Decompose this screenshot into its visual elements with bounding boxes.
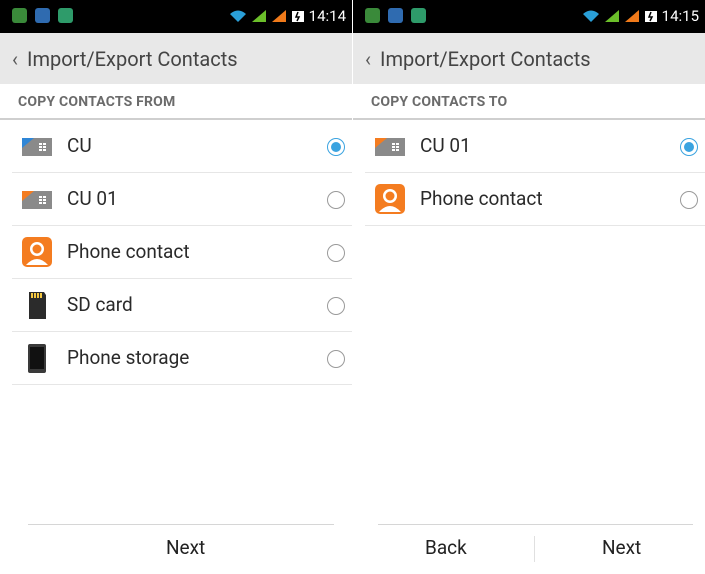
top-bar: ‹ Import/Export Contacts	[0, 33, 352, 84]
signal-icon	[604, 10, 619, 22]
wifi-icon	[229, 10, 246, 22]
section-label: COPY CONTACTS TO	[371, 94, 508, 110]
top-bar: ‹ Import/Export Contacts	[353, 33, 705, 84]
notification-icon	[365, 8, 380, 23]
bottom-bar: Back Next	[353, 524, 705, 574]
person-icon	[375, 184, 405, 214]
list-item-cu[interactable]: CU	[12, 120, 352, 173]
list-item-phone-contact[interactable]: Phone contact	[12, 226, 352, 279]
sd-card-icon	[29, 292, 46, 319]
radio-button[interactable]	[327, 350, 345, 368]
page-title: Import/Export Contacts	[380, 47, 591, 71]
radio-button-selected[interactable]	[327, 138, 345, 156]
destination-list: CU 01 Phone contact	[353, 120, 705, 226]
app-icon	[411, 8, 426, 23]
status-bar: 14:14	[0, 0, 352, 33]
item-label: Phone storage	[67, 346, 190, 369]
radio-button-selected[interactable]	[680, 138, 698, 156]
radio-button[interactable]	[327, 191, 345, 209]
item-label: Phone contact	[420, 187, 543, 210]
sim-card-icon	[22, 191, 52, 209]
item-label: CU 01	[420, 134, 471, 157]
item-label: Phone contact	[67, 240, 190, 263]
list-item-phone-storage[interactable]: Phone storage	[12, 332, 352, 385]
import-screen-right: 14:15 ‹ Import/Export Contacts COPY CONT…	[353, 0, 705, 574]
radio-button[interactable]	[680, 191, 698, 209]
source-list: CU CU 01 Phone contact SD card Phone sto…	[0, 120, 352, 385]
section-header: COPY CONTACTS TO	[353, 84, 705, 120]
signal-icon	[624, 10, 639, 22]
page-title: Import/Export Contacts	[27, 47, 238, 71]
usb-icon	[35, 8, 50, 23]
bottom-bar: Next	[0, 524, 352, 574]
list-item-sd-card[interactable]: SD card	[12, 279, 352, 332]
radio-button[interactable]	[327, 297, 345, 315]
phone-icon	[28, 344, 46, 373]
item-label: SD card	[67, 293, 133, 316]
import-screen-left: 14:14 ‹ Import/Export Contacts COPY CONT…	[0, 0, 352, 574]
usb-icon	[388, 8, 403, 23]
back-chevron-icon[interactable]: ‹	[12, 47, 18, 71]
status-time: 14:14	[308, 7, 346, 25]
battery-icon	[291, 11, 304, 22]
signal-icon	[251, 10, 266, 22]
battery-icon	[644, 11, 657, 22]
next-button[interactable]: Next	[166, 536, 205, 559]
list-item-phone-contact[interactable]: Phone contact	[365, 173, 705, 226]
sim-card-icon	[375, 138, 405, 156]
radio-button[interactable]	[327, 244, 345, 262]
wifi-icon	[582, 10, 599, 22]
item-label: CU 01	[67, 187, 118, 210]
signal-icon	[271, 10, 286, 22]
sim-card-icon	[22, 138, 52, 156]
back-chevron-icon[interactable]: ‹	[365, 47, 371, 71]
status-time: 14:15	[661, 7, 699, 25]
button-divider	[534, 536, 535, 562]
list-item-cu-01[interactable]: CU 01	[12, 173, 352, 226]
item-label: CU	[67, 134, 92, 157]
next-button[interactable]: Next	[602, 536, 641, 559]
notification-icon	[12, 8, 27, 23]
status-bar: 14:15	[353, 0, 705, 33]
list-item-cu-01[interactable]: CU 01	[365, 120, 705, 173]
section-label: COPY CONTACTS FROM	[18, 94, 176, 110]
section-header: COPY CONTACTS FROM	[0, 84, 352, 120]
back-button[interactable]: Back	[425, 536, 467, 559]
app-icon	[58, 8, 73, 23]
person-icon	[22, 237, 52, 267]
